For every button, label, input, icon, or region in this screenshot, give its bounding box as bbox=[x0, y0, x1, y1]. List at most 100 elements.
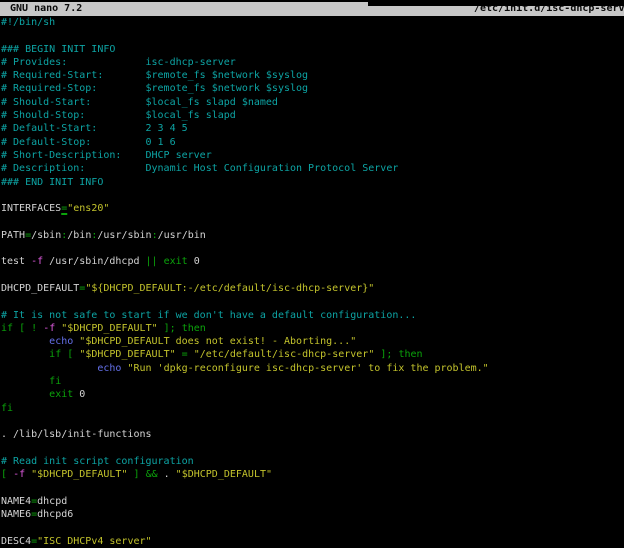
code-token: #!/bin/sh bbox=[1, 17, 55, 28]
code-token: "ISC DHCPv4 server" bbox=[37, 536, 151, 547]
code-token: "$DHCPD_DEFAULT does not exist! - Aborti… bbox=[79, 336, 356, 347]
code-token: dhcpd bbox=[37, 496, 67, 507]
code-token: exit bbox=[164, 256, 188, 267]
code-line bbox=[1, 442, 624, 455]
code-token: # Default-Stop: 0 1 6 bbox=[1, 137, 176, 148]
code-token: DHCPD_DEFAULT bbox=[1, 283, 79, 294]
code-line: INTERFACES="ens20" bbox=[1, 202, 624, 215]
code-token: dhcpd6 bbox=[37, 509, 73, 520]
code-token: INTERFACES bbox=[1, 203, 61, 214]
code-line: ### END INIT INFO bbox=[1, 176, 624, 189]
code-line: [ -f "$DHCPD_DEFAULT" ] && . "$DHCPD_DEF… bbox=[1, 468, 624, 481]
code-line: if [ ! -f "$DHCPD_DEFAULT" ]; then bbox=[1, 322, 624, 335]
app-version-label: GNU nano 7.2 bbox=[10, 2, 82, 16]
code-token: && bbox=[146, 469, 158, 480]
code-token: fi bbox=[1, 403, 13, 414]
code-line: test -f /usr/sbin/dhcpd || exit 0 bbox=[1, 255, 624, 268]
code-token: "Run 'dpkg-reconfigure isc-dhcp-server' … bbox=[127, 363, 488, 374]
code-token bbox=[1, 389, 49, 400]
code-token: # Should-Start: $local_fs slapd $named bbox=[1, 97, 278, 108]
code-line: # Should-Stop: $local_fs slapd bbox=[1, 109, 624, 122]
code-token: # Should-Stop: $local_fs slapd bbox=[1, 110, 236, 121]
code-line: # Required-Start: $remote_fs $network $s… bbox=[1, 69, 624, 82]
code-token: echo bbox=[49, 336, 73, 347]
code-line: DHCPD_DEFAULT="${DHCPD_DEFAULT:-/etc/def… bbox=[1, 282, 624, 295]
code-token: # Default-Start: 2 3 4 5 bbox=[1, 123, 188, 134]
code-token: ]; bbox=[164, 323, 176, 334]
code-token: "${DHCPD_DEFAULT:-/etc/default/isc-dhcp-… bbox=[85, 283, 374, 294]
code-token: "/etc/default/isc-dhcp-server" bbox=[194, 349, 375, 360]
code-token: fi bbox=[49, 376, 61, 387]
code-line bbox=[1, 242, 624, 255]
code-token: DESC4 bbox=[1, 536, 31, 547]
code-line bbox=[1, 521, 624, 534]
code-token: # It is not safe to start if we don't ha… bbox=[1, 310, 416, 321]
code-line: DESC4="ISC DHCPv4 server" bbox=[1, 535, 624, 548]
code-line: # Description: Dynamic Host Configuratio… bbox=[1, 162, 624, 175]
code-token: echo bbox=[97, 363, 121, 374]
code-token: 0 bbox=[73, 389, 85, 400]
code-token: # Description: Dynamic Host Configuratio… bbox=[1, 163, 398, 174]
code-token: -f bbox=[31, 256, 43, 267]
code-token: /bin bbox=[67, 230, 91, 241]
code-line: # Provides: isc-dhcp-server bbox=[1, 56, 624, 69]
code-token: # Required-Start: $remote_fs $network $s… bbox=[1, 70, 308, 81]
code-token: "$DHCPD_DEFAULT" bbox=[31, 469, 127, 480]
code-token: test bbox=[1, 256, 31, 267]
code-line bbox=[1, 269, 624, 282]
code-line: # Default-Start: 2 3 4 5 bbox=[1, 122, 624, 135]
code-token: then bbox=[182, 323, 206, 334]
code-token: -f bbox=[13, 469, 25, 480]
code-token: . bbox=[158, 469, 176, 480]
code-token: then bbox=[398, 349, 422, 360]
code-line: . /lib/lsb/init-functions bbox=[1, 428, 624, 441]
code-token: # Provides: isc-dhcp-server bbox=[1, 57, 236, 68]
code-token: if bbox=[49, 349, 61, 360]
code-token: NAME6 bbox=[1, 509, 31, 520]
console-top-notch bbox=[368, 0, 624, 6]
code-token: /sbin bbox=[31, 230, 61, 241]
code-line: #!/bin/sh bbox=[1, 16, 624, 29]
code-line: # Short-Description: DHCP server bbox=[1, 149, 624, 162]
code-line bbox=[1, 415, 624, 428]
code-token: if bbox=[1, 323, 13, 334]
code-line: fi bbox=[1, 375, 624, 388]
code-token bbox=[1, 349, 49, 360]
code-line: fi bbox=[1, 402, 624, 415]
code-token: # Required-Stop: $remote_fs $network $sy… bbox=[1, 83, 308, 94]
code-token: -f bbox=[43, 323, 55, 334]
code-line bbox=[1, 295, 624, 308]
code-line: # Read init script configuration bbox=[1, 455, 624, 468]
code-line bbox=[1, 189, 624, 202]
code-line bbox=[1, 215, 624, 228]
code-token: # Short-Description: DHCP server bbox=[1, 150, 212, 161]
code-token: || bbox=[146, 256, 158, 267]
code-line: NAME6=dhcpd6 bbox=[1, 508, 624, 521]
editor-buffer[interactable]: #!/bin/sh ### BEGIN INIT INFO # Provides: … bbox=[1, 16, 624, 539]
code-token: "$DHCPD_DEFAULT" bbox=[176, 469, 272, 480]
code-token: "$DHCPD_DEFAULT" bbox=[61, 323, 157, 334]
code-token: PATH bbox=[1, 230, 25, 241]
code-token: /usr/bin bbox=[158, 230, 206, 241]
code-line: NAME4=dhcpd bbox=[1, 495, 624, 508]
code-line: PATH=/sbin:/bin:/usr/sbin:/usr/bin bbox=[1, 229, 624, 242]
code-token: /usr/sbin bbox=[97, 230, 151, 241]
code-line: # Default-Stop: 0 1 6 bbox=[1, 136, 624, 149]
code-token: NAME4 bbox=[1, 496, 31, 507]
code-line: # Should-Start: $local_fs slapd $named bbox=[1, 96, 624, 109]
code-token: ]; bbox=[380, 349, 392, 360]
code-line: if [ "$DHCPD_DEFAULT" = "/etc/default/is… bbox=[1, 348, 624, 361]
code-line: # Required-Stop: $remote_fs $network $sy… bbox=[1, 82, 624, 95]
code-token: ### END INIT INFO bbox=[1, 177, 103, 188]
code-token: ### BEGIN INIT INFO bbox=[1, 44, 115, 55]
code-token: /usr/sbin/dhcpd bbox=[43, 256, 145, 267]
code-line: # It is not safe to start if we don't ha… bbox=[1, 309, 624, 322]
code-token bbox=[1, 363, 97, 374]
code-token: exit bbox=[49, 389, 73, 400]
code-token: # Read init script configuration bbox=[1, 456, 194, 467]
code-line: ### BEGIN INIT INFO bbox=[1, 43, 624, 56]
code-line: echo "$DHCPD_DEFAULT does not exist! - A… bbox=[1, 335, 624, 348]
code-line bbox=[1, 481, 624, 494]
code-line bbox=[1, 29, 624, 42]
code-token bbox=[1, 376, 49, 387]
